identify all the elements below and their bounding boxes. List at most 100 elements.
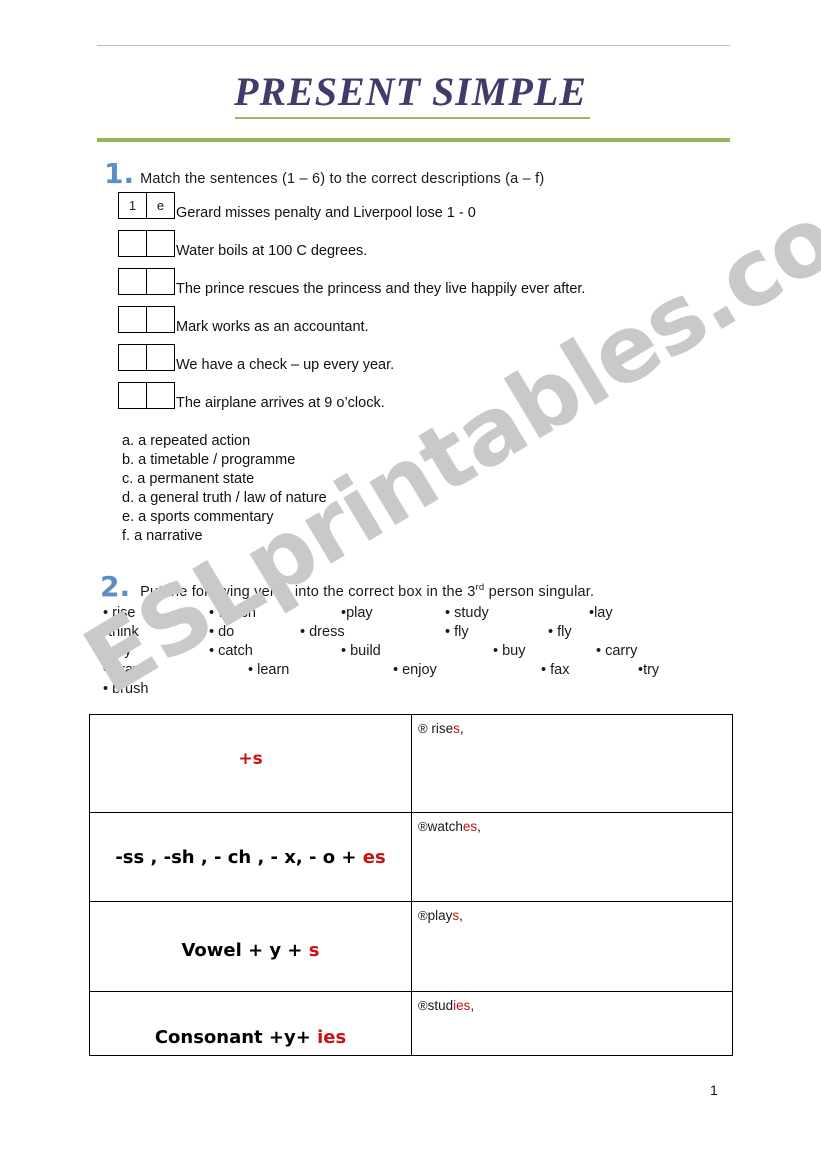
description-item: d. a general truth / law of nature xyxy=(122,490,327,506)
sentence-text: The airplane arrives at 9 o’clock. xyxy=(176,395,385,411)
answer-box-pair[interactable]: 1 e xyxy=(118,192,175,219)
rule-plain: Vowel + y + xyxy=(181,940,309,961)
verb-item: •play xyxy=(341,605,373,621)
example-text: ® rises, xyxy=(412,715,732,736)
answer-box-number[interactable] xyxy=(119,307,146,332)
verb-item: • catch xyxy=(209,643,253,659)
example-stem: stud xyxy=(427,998,454,1013)
verb-item: •pay xyxy=(103,643,132,659)
answer-box-number[interactable] xyxy=(119,345,146,370)
example-text: ®watches, xyxy=(412,813,732,834)
example-cell: ® rises, xyxy=(411,714,733,813)
answer-box-letter[interactable]: e xyxy=(146,193,174,218)
registered-icon: ® xyxy=(418,998,428,1013)
description-item: a. a repeated action xyxy=(122,433,251,449)
description-item: e. a sports commentary xyxy=(122,509,274,525)
verb-item: • learn xyxy=(248,662,290,678)
answer-box-letter[interactable] xyxy=(146,231,174,256)
answer-box-number[interactable] xyxy=(119,269,146,294)
rule-red: ies xyxy=(317,1027,347,1048)
answer-box-number[interactable] xyxy=(119,383,146,408)
example-tail: , xyxy=(477,819,481,834)
description-item: f. a narrative xyxy=(122,528,203,544)
verb-item: •lay xyxy=(589,605,613,621)
instruction-part-2: person singular. xyxy=(484,584,595,600)
verb-item: • draw xyxy=(103,662,144,678)
exercise-1-number: 1. xyxy=(104,157,135,190)
example-tail: , xyxy=(470,998,475,1013)
verb-row: •think • do • dress • fly • fly xyxy=(103,624,703,643)
verb-item: • dress xyxy=(300,624,345,640)
verb-item: • carry xyxy=(596,643,638,659)
title-underline xyxy=(235,117,590,119)
page-number: 1 xyxy=(710,1082,718,1098)
top-divider xyxy=(97,45,730,46)
example-tail: , xyxy=(459,721,464,736)
rule-text: +s xyxy=(90,749,411,769)
exercise-2-header: 2. Put the following verbs into the corr… xyxy=(100,573,594,601)
example-ending: s xyxy=(453,721,460,736)
answer-box-letter[interactable] xyxy=(146,307,174,332)
table-row: Consonant +y+ ies ®studies, xyxy=(89,991,733,1056)
verb-item: •try xyxy=(638,662,660,678)
answer-box-letter[interactable] xyxy=(146,269,174,294)
verb-list: • rise • watch •play • study •lay •think… xyxy=(103,605,703,700)
verb-item: • fax xyxy=(541,662,570,678)
rule-text: Vowel + y + s xyxy=(90,940,411,961)
rule-red: s xyxy=(252,749,263,769)
example-stem: play xyxy=(427,908,453,923)
verb-item: • fly xyxy=(548,624,572,640)
registered-icon: ® xyxy=(418,908,428,923)
matching-list: 1 e Gerard misses penalty and Liverpool … xyxy=(104,192,724,420)
answer-box-pair[interactable] xyxy=(118,230,175,257)
example-cell: ®watches, xyxy=(411,812,733,902)
example-tail: , xyxy=(459,908,463,923)
verb-row: • rise • watch •play • study •lay xyxy=(103,605,703,624)
answer-box-letter[interactable] xyxy=(146,383,174,408)
verb-row: • brush xyxy=(103,681,703,700)
description-item: c. a permanent state xyxy=(122,471,255,487)
answer-box-pair[interactable] xyxy=(118,306,175,333)
answer-box-number[interactable]: 1 xyxy=(119,193,146,218)
sentence-text: The prince rescues the princess and they… xyxy=(176,281,586,297)
verb-item: • build xyxy=(341,643,381,659)
instruction-part-1: Put the following verbs into the correct… xyxy=(140,584,476,600)
example-text: ®plays, xyxy=(412,902,732,923)
example-stem: watch xyxy=(427,819,463,834)
description-item: b. a timetable / programme xyxy=(122,452,296,468)
example-cell: ®plays, xyxy=(411,901,733,992)
rule-cell: -ss , -sh , - ch , - x, - o + es xyxy=(89,812,412,902)
verb-item: •think xyxy=(103,624,139,640)
answer-box-letter[interactable] xyxy=(146,345,174,370)
green-divider xyxy=(97,138,730,142)
list-item: 1 e Gerard misses penalty and Liverpool … xyxy=(104,192,724,230)
exercise-1-instruction: Match the sentences (1 – 6) to the corre… xyxy=(140,171,545,187)
rule-text: Consonant +y+ ies xyxy=(90,1027,411,1048)
answer-box-pair[interactable] xyxy=(118,382,175,409)
exercise-2-number: 2. xyxy=(100,570,131,603)
answer-box-number[interactable] xyxy=(119,231,146,256)
verb-item: • watch xyxy=(209,605,256,621)
table-row: +s ® rises, xyxy=(89,714,733,813)
verb-item: • fly xyxy=(445,624,469,640)
verb-item: • rise xyxy=(103,605,136,621)
rule-plain: + xyxy=(238,749,253,769)
rule-plain: -ss , -sh , - ch , - x, - o + xyxy=(115,847,363,868)
sentence-text: Mark works as an accountant. xyxy=(176,319,369,335)
sentence-text: Gerard misses penalty and Liverpool lose… xyxy=(176,205,476,221)
list-item: The airplane arrives at 9 o’clock. xyxy=(104,382,724,420)
registered-icon: ® xyxy=(418,721,428,736)
table-row: -ss , -sh , - ch , - x, - o + es ®watche… xyxy=(89,812,733,902)
answer-box-pair[interactable] xyxy=(118,344,175,371)
answer-box-pair[interactable] xyxy=(118,268,175,295)
page-title: PRESENT SIMPLE xyxy=(234,69,587,114)
sentence-text: Water boils at 100 C degrees. xyxy=(176,243,368,259)
rule-cell: Vowel + y + s xyxy=(89,901,412,992)
example-ending: es xyxy=(462,819,478,834)
rule-cell: +s xyxy=(89,714,412,813)
registered-icon: ® xyxy=(418,819,428,834)
example-text: ®studies, xyxy=(412,992,732,1013)
verb-item: • study xyxy=(445,605,489,621)
rule-red: s xyxy=(308,940,320,961)
list-item: The prince rescues the princess and they… xyxy=(104,268,724,306)
